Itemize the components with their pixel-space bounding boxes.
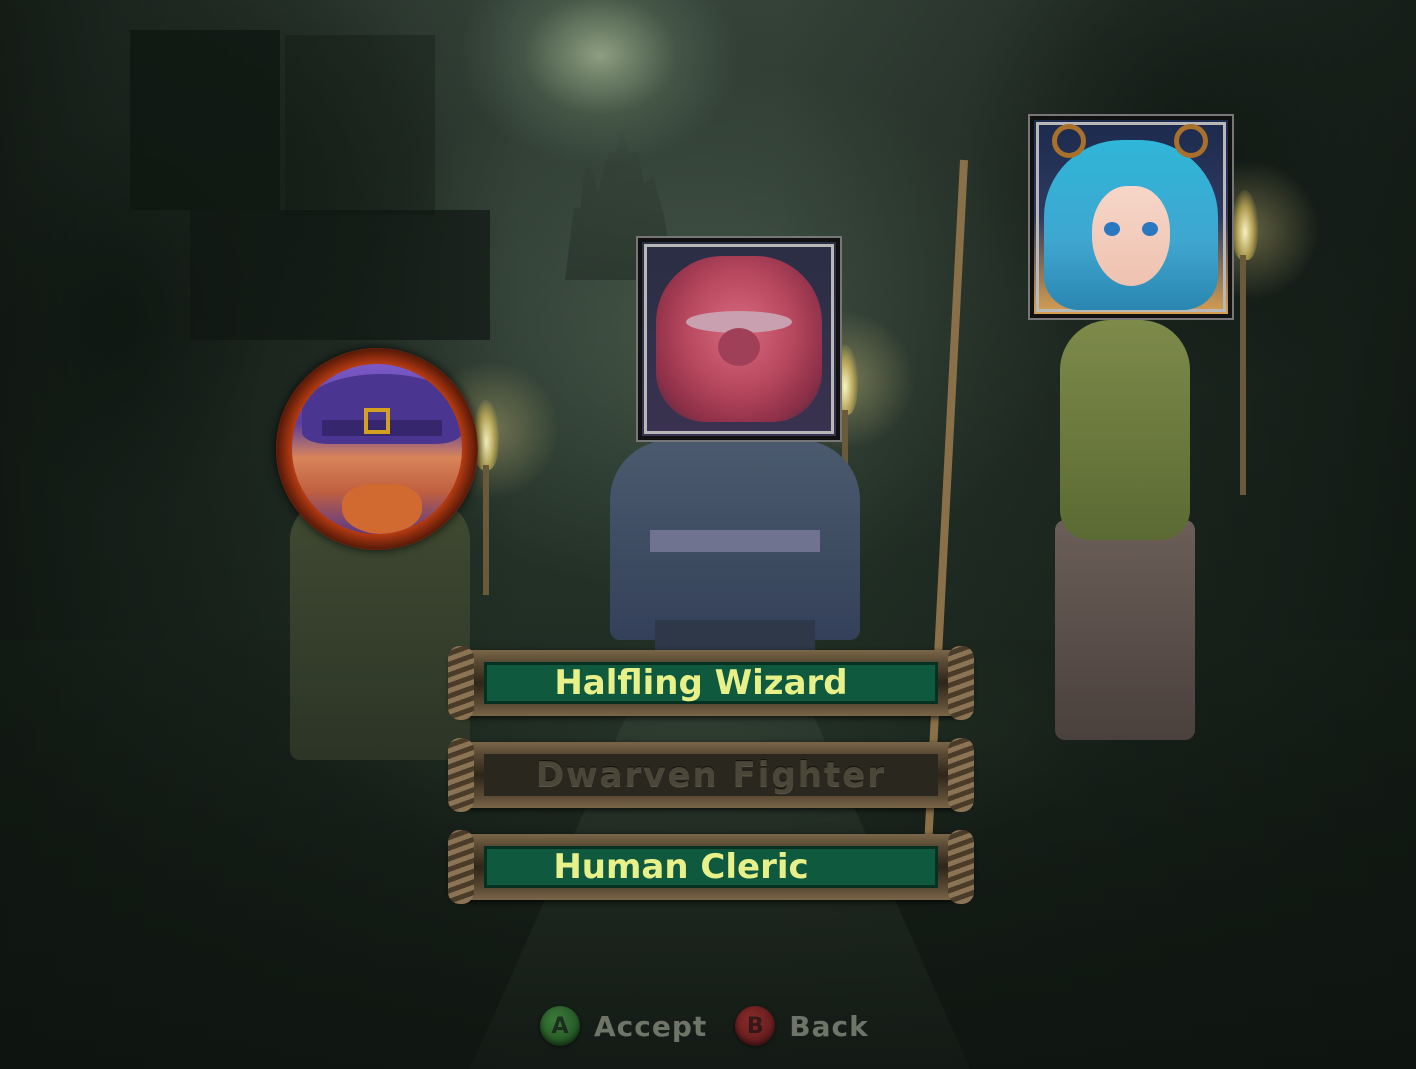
glitch-block xyxy=(285,35,435,215)
a-button-icon[interactable]: A xyxy=(540,1006,580,1046)
cleric-face xyxy=(1092,186,1170,286)
menu-item-human-cleric[interactable]: Human Cleric xyxy=(448,830,974,904)
accept-label[interactable]: Accept xyxy=(594,1010,707,1043)
dwarf-fighter-portrait-icon[interactable] xyxy=(638,238,840,440)
wizard-face xyxy=(292,364,462,534)
human-cleric-portrait-icon[interactable] xyxy=(1030,116,1232,318)
menu-item-label: Dwarven Fighter xyxy=(535,755,887,795)
torch-flame-icon xyxy=(1232,190,1258,260)
back-label[interactable]: Back xyxy=(789,1010,868,1043)
halfling-wizard-portrait-icon[interactable] xyxy=(276,348,478,550)
glitch-block xyxy=(130,30,280,210)
cleric-eye xyxy=(1104,222,1120,236)
b-button-glyph: B xyxy=(746,1013,764,1039)
menu-item-label: Human Cleric xyxy=(553,847,809,887)
menu-item-plate: Human Cleric xyxy=(484,846,938,888)
glitch-block xyxy=(190,210,490,340)
menu-item-plate: Dwarven Fighter xyxy=(484,754,938,796)
menu-item-label: Halfling Wizard xyxy=(554,663,848,703)
a-button-glyph: A xyxy=(551,1013,569,1039)
b-button-icon[interactable]: B xyxy=(735,1006,776,1046)
cleric-eye xyxy=(1142,222,1158,236)
torch-pole xyxy=(483,465,489,595)
cleric-figure xyxy=(1060,320,1190,540)
hat-buckle-icon xyxy=(364,408,390,434)
torch-pole xyxy=(1240,255,1246,495)
dwarf-head xyxy=(656,256,822,422)
menu-item-plate: Halfling Wizard xyxy=(484,662,938,704)
hair-ornament-icon xyxy=(1174,124,1208,158)
cleric-legs xyxy=(1055,520,1195,740)
button-prompts: A Accept B Back xyxy=(540,1004,897,1048)
wizard-beard xyxy=(342,484,422,534)
hair-ornament-icon xyxy=(1052,124,1086,158)
menu-item-dwarven-fighter[interactable]: Dwarven Fighter xyxy=(448,738,974,812)
dwarf-nose xyxy=(718,328,760,366)
menu-item-halfling-wizard[interactable]: Halfling Wizard xyxy=(448,646,974,720)
dwarf-belt xyxy=(650,530,820,552)
